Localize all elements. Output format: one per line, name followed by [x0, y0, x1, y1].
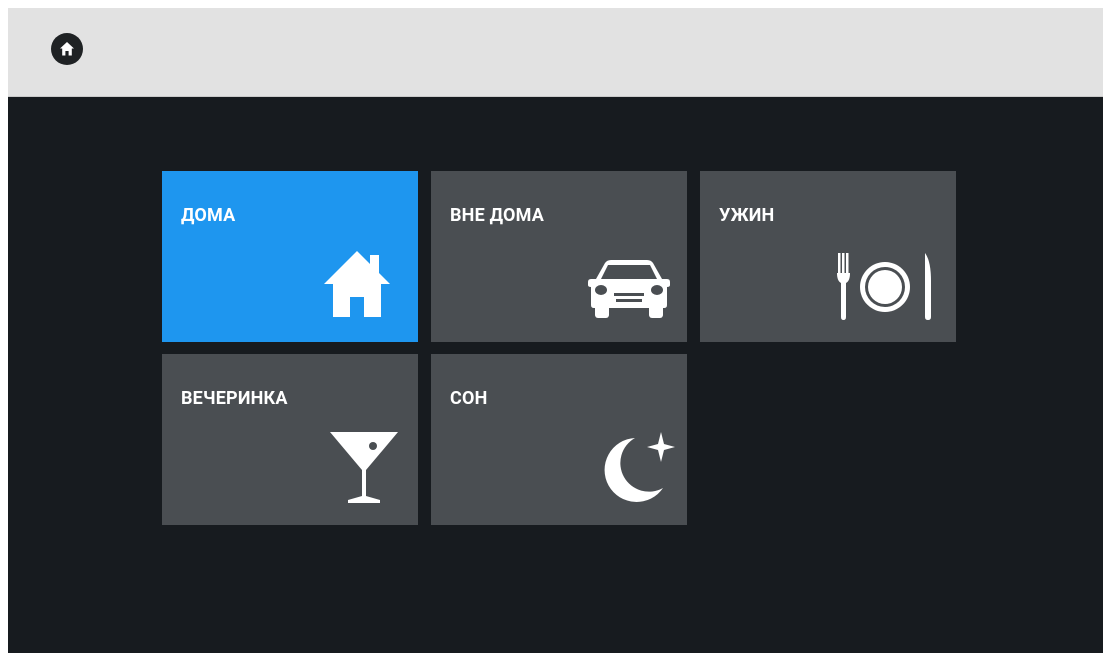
top-bar — [8, 8, 1103, 97]
scene-tile-dinner[interactable]: УЖИН — [700, 171, 956, 342]
scene-label: ВНЕ ДОМА — [450, 205, 545, 226]
house-icon — [324, 251, 390, 317]
moon-star-icon — [604, 432, 675, 502]
scene-tile-away[interactable]: ВНЕ ДОМА — [431, 171, 687, 342]
home-button[interactable] — [51, 33, 83, 65]
car-icon — [588, 260, 670, 318]
scene-tile-party[interactable]: ВЕЧЕРИНКА — [162, 354, 418, 525]
scene-label: ДОМА — [181, 205, 236, 226]
home-icon — [60, 42, 74, 56]
scene-label: ВЕЧЕРИНКА — [181, 388, 288, 409]
scene-tile-sleep[interactable]: СОН — [431, 354, 687, 525]
scene-label: УЖИН — [719, 205, 775, 226]
scene-label: СОН — [450, 388, 488, 409]
app-window: ДОМА ВНЕ ДОМА УЖИН ВЕЧЕРИНКА СОН — [8, 8, 1103, 653]
fork-plate-knife-icon — [837, 253, 931, 320]
scene-tile-home[interactable]: ДОМА — [162, 171, 418, 342]
cocktail-glass-icon — [330, 432, 398, 503]
